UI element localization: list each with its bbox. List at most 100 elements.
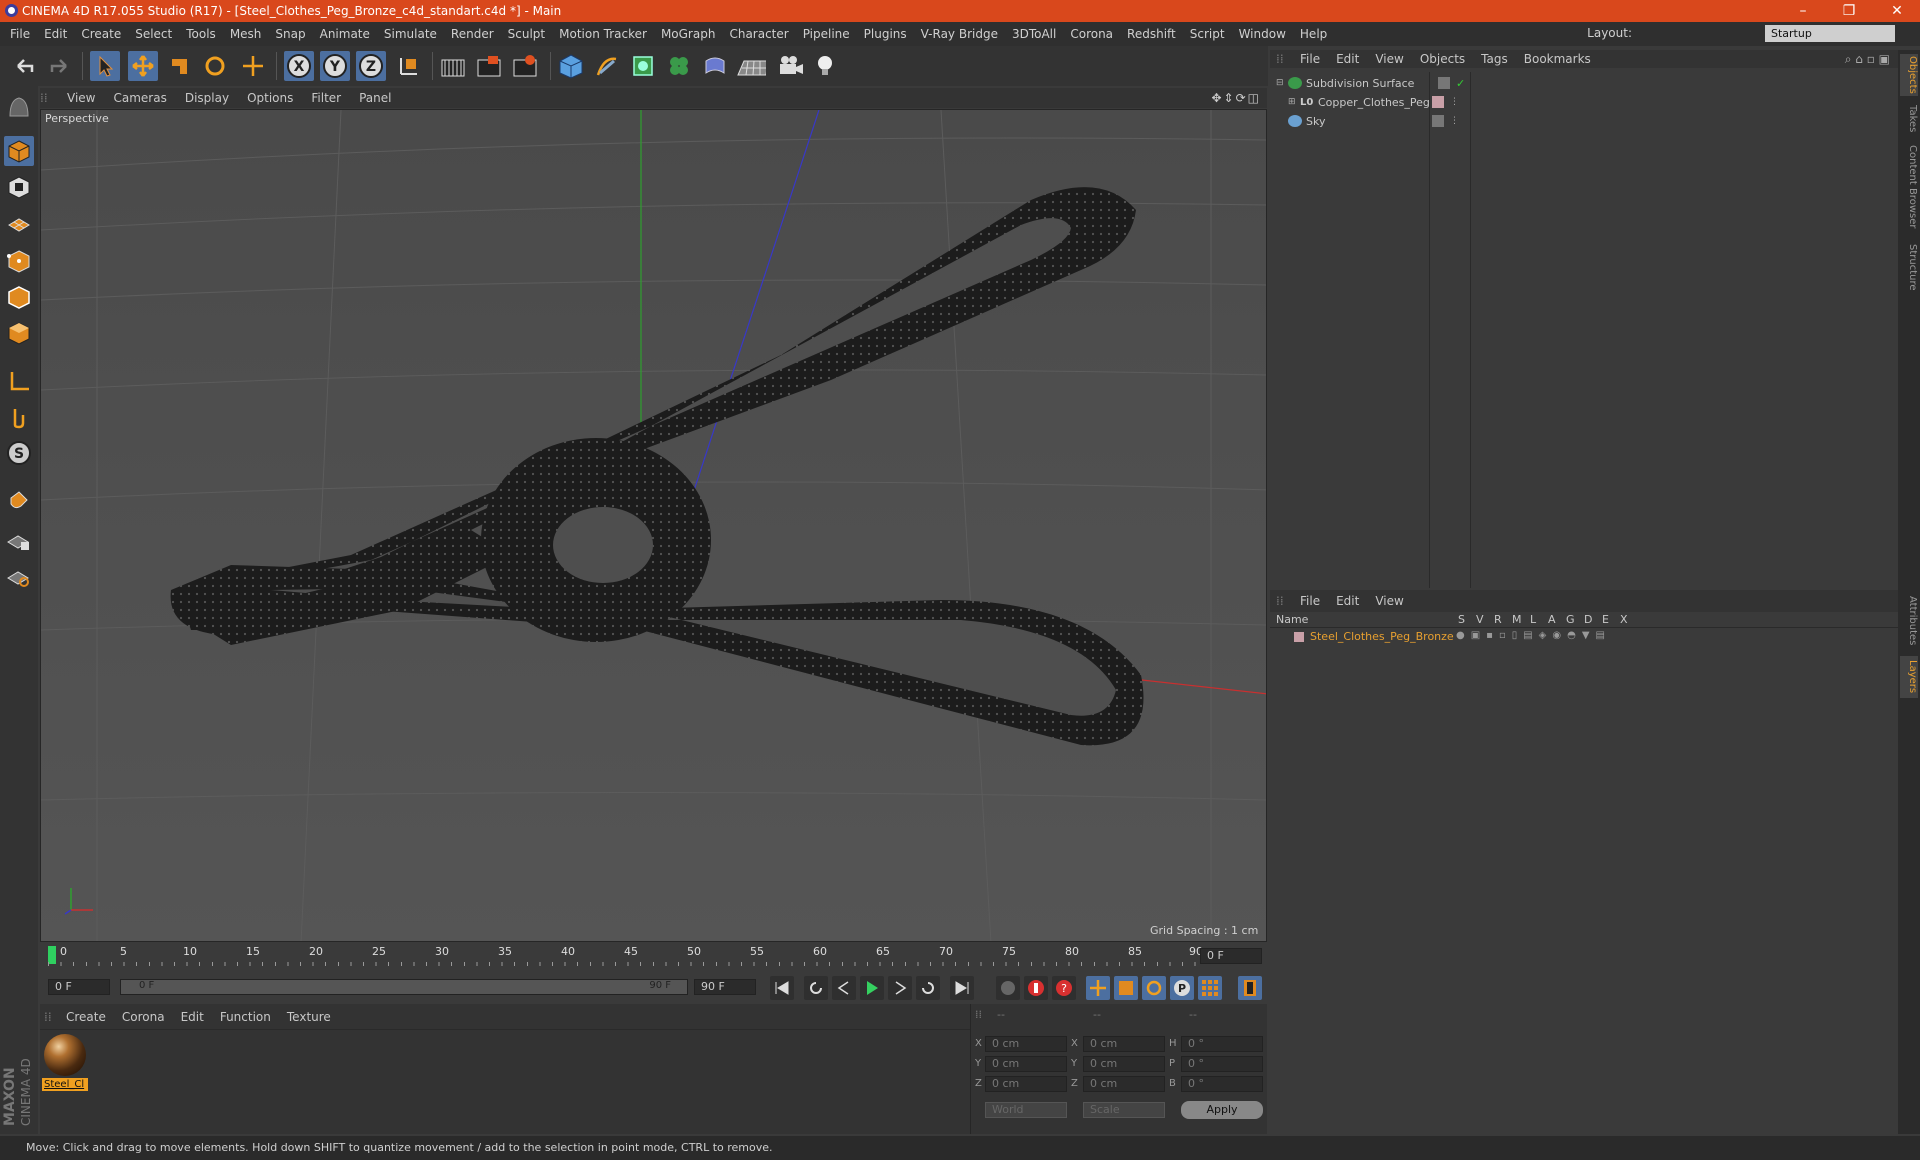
layer-menu-view[interactable]: View [1367,594,1411,608]
x-axis-icon[interactable]: X [284,51,314,81]
rotation-h-field[interactable]: 0 ° [1181,1036,1263,1052]
menu-edit[interactable]: Edit [37,27,74,41]
object-menu-objects[interactable]: Objects [1412,52,1473,66]
subdivision-icon[interactable] [628,51,658,81]
menu-mograph[interactable]: MoGraph [654,27,723,41]
menu-character[interactable]: Character [722,27,795,41]
object-menu-view[interactable]: View [1367,52,1411,66]
viewport-menu-options[interactable]: Options [238,91,302,105]
axis-mode-icon[interactable] [4,366,34,396]
enabled-check-icon[interactable]: ✓ [1456,77,1465,90]
menu-corona[interactable]: Corona [1063,27,1120,41]
snap-s-icon[interactable]: S [4,438,34,468]
parameter-key-icon[interactable]: P [1170,976,1194,1000]
material-menu-create[interactable]: Create [58,1010,114,1024]
scale-key-icon[interactable] [1114,976,1138,1000]
menu-motion-tracker[interactable]: Motion Tracker [552,27,654,41]
column-v[interactable]: V [1476,613,1484,626]
layer-menu-file[interactable]: File [1292,594,1328,608]
layer-row[interactable]: Steel_Clothes_Peg_Bronze ●▣▪▫▯▤◈◉◓▼▤ [1270,628,1898,646]
workplane-grid-icon[interactable] [4,562,34,592]
rotation-p-field[interactable]: 0 ° [1181,1056,1263,1072]
position-x-field[interactable]: 0 cm [985,1036,1067,1052]
menu-select[interactable]: Select [128,27,179,41]
tab-takes[interactable]: Takes [1900,102,1918,136]
column-x[interactable]: X [1620,613,1628,626]
column-r[interactable]: R [1494,613,1502,626]
menu-vray-bridge[interactable]: V-Ray Bridge [914,27,1005,41]
scale-icon[interactable] [164,51,194,81]
editor-visibility-icon[interactable] [1432,115,1444,127]
menu-tools[interactable]: Tools [179,27,223,41]
y-axis-icon[interactable]: Y [320,51,350,81]
menu-plugins[interactable]: Plugins [857,27,914,41]
go-to-start-icon[interactable] [770,976,794,1000]
size-z-field[interactable]: 0 cm [1083,1076,1165,1092]
menu-3dtoall[interactable]: 3DToAll [1005,27,1063,41]
layer-menu-edit[interactable]: Edit [1328,594,1367,608]
move-key-icon[interactable] [1086,976,1110,1000]
cloner-icon[interactable] [664,51,694,81]
column-m[interactable]: M [1512,613,1522,626]
viewport-menu-panel[interactable]: Panel [350,91,400,105]
minimize-icon[interactable]: – [1780,0,1826,22]
menu-snap[interactable]: Snap [268,27,312,41]
select-arrow-icon[interactable] [90,51,120,81]
apply-button[interactable]: Apply [1181,1101,1263,1119]
menu-file[interactable]: File [3,27,37,41]
z-axis-icon[interactable]: Z [356,51,386,81]
menu-pipeline[interactable]: Pipeline [796,27,857,41]
deformer-icon[interactable] [700,51,730,81]
world-dropdown[interactable]: World [985,1102,1067,1118]
edit-render-settings-icon[interactable] [510,51,540,81]
object-menu-file[interactable]: File [1292,52,1328,66]
play-icon[interactable] [860,976,884,1000]
next-key-icon[interactable] [916,976,940,1000]
current-frame-field[interactable]: 0 F [1200,948,1262,964]
object-menu-bookmarks[interactable]: Bookmarks [1516,52,1599,66]
column-a[interactable]: A [1548,613,1556,626]
model-mode-icon[interactable] [4,136,34,166]
object-search-icon[interactable]: ⌕ ⌂ ▫ ▣ [1845,52,1890,67]
position-z-field[interactable]: 0 cm [985,1076,1067,1092]
lock-grid-icon[interactable] [4,526,34,556]
record-icon[interactable] [1024,976,1048,1000]
column-g[interactable]: G [1566,613,1575,626]
3d-viewport[interactable] [40,109,1267,942]
layout-dropdown[interactable]: Startup [1765,25,1895,42]
scale-dropdown[interactable]: Scale [1083,1102,1165,1118]
object-menu-edit[interactable]: Edit [1328,52,1367,66]
object-row-sky[interactable]: Sky ⋮ [1276,112,1459,130]
tab-layers[interactable]: Layers [1900,656,1918,698]
render-view-icon[interactable] [438,51,468,81]
menu-script[interactable]: Script [1183,27,1232,41]
rotate-icon[interactable] [200,51,230,81]
size-x-field[interactable]: 0 cm [1083,1036,1165,1052]
frame-range-slider[interactable]: 0 F 90 F [120,979,688,995]
column-e[interactable]: E [1602,613,1609,626]
menu-simulate[interactable]: Simulate [377,27,444,41]
end-frame-field[interactable]: 90 F [694,979,756,995]
rotation-b-field[interactable]: 0 ° [1181,1076,1263,1092]
go-to-end-icon[interactable] [950,976,974,1000]
previous-key-icon[interactable] [804,976,828,1000]
close-icon[interactable]: ✕ [1874,0,1920,22]
workplane-icon[interactable] [4,208,34,238]
size-y-field[interactable]: 0 cm [1083,1056,1165,1072]
coordinate-system-icon[interactable] [394,51,424,81]
material-menu-corona[interactable]: Corona [114,1010,173,1024]
column-l[interactable]: L [1530,613,1536,626]
viewport-menu-cameras[interactable]: Cameras [104,91,175,105]
menu-mesh[interactable]: Mesh [223,27,269,41]
autokey-icon[interactable]: ? [1052,976,1076,1000]
tab-content-browser[interactable]: Content Browser [1900,142,1918,232]
menu-animate[interactable]: Animate [313,27,377,41]
redo-icon[interactable] [44,51,74,81]
position-y-field[interactable]: 0 cm [985,1056,1067,1072]
timeline-ruler[interactable]: 0 5 10 15 20 25 30 35 40 45 50 55 60 65 … [40,942,1267,970]
material-swatch[interactable]: Steel_Cl [42,1032,88,1092]
menu-sculpt[interactable]: Sculpt [501,27,552,41]
pen-icon[interactable] [592,51,622,81]
menu-help[interactable]: Help [1293,27,1334,41]
column-s[interactable]: S [1458,613,1465,626]
